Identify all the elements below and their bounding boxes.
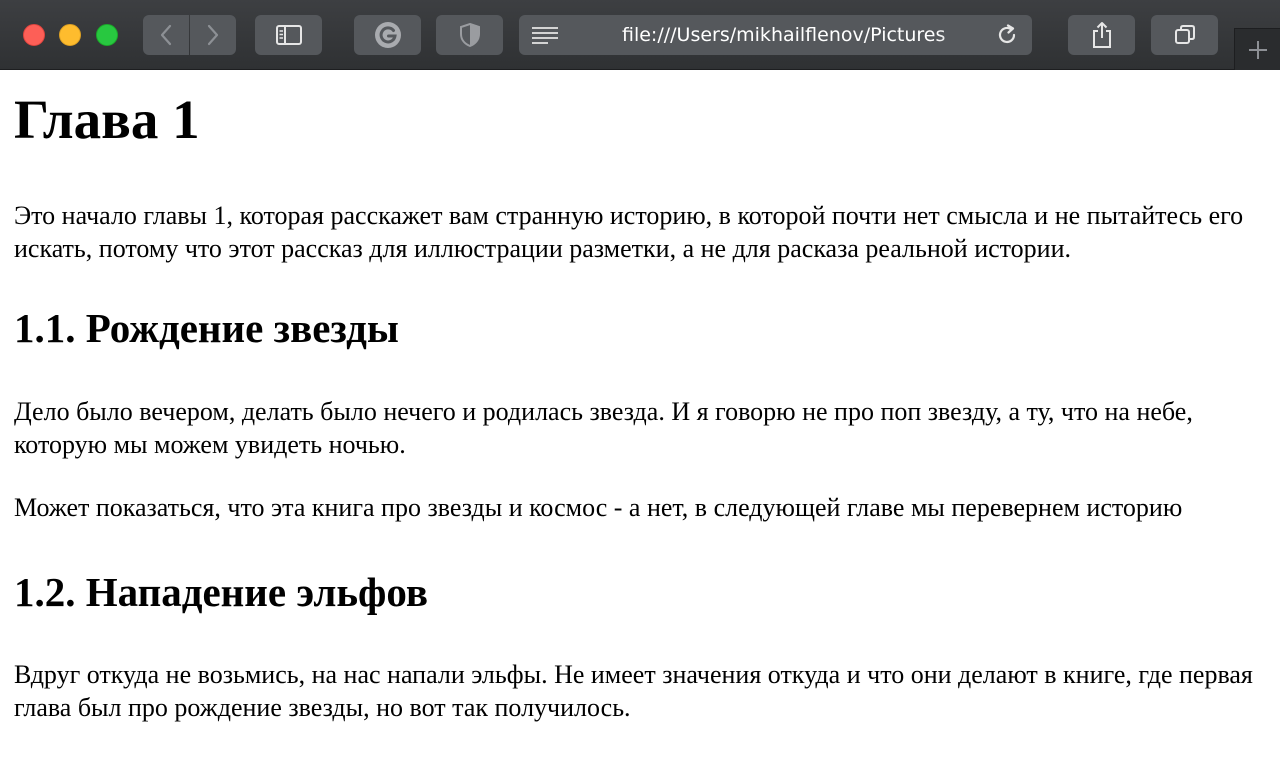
section-heading: 1.2. Нападение эльфов — [14, 569, 429, 615]
section-paragraph: Вдруг откуда не возьмись, на нас напали … — [14, 660, 1253, 722]
close-window-button[interactable] — [23, 24, 45, 46]
chevron-left-icon — [160, 24, 172, 46]
share-icon — [1092, 22, 1111, 48]
privacy-shield-button[interactable] — [436, 15, 503, 55]
sidebar-button[interactable] — [255, 15, 322, 55]
tabs-overview-icon — [1174, 25, 1195, 44]
chevron-right-icon — [207, 24, 219, 46]
page-content: Глава 1 Это начало главы 1, которая расс… — [0, 70, 1280, 768]
sidebar-icon — [275, 25, 302, 45]
back-button[interactable] — [143, 15, 189, 55]
maximize-window-button[interactable] — [96, 24, 118, 46]
url-text[interactable]: file:///Users/mikhailflenov/Pictures — [622, 24, 992, 46]
browser-window: file:///Users/mikhailflenov/Pictures Гла… — [0, 0, 1280, 768]
shield-icon — [459, 23, 480, 47]
navigation-buttons — [143, 15, 236, 55]
grammarly-icon — [374, 22, 401, 48]
section-paragraph: Может показаться, что эта книга про звез… — [14, 493, 1183, 522]
plus-icon — [1248, 40, 1267, 59]
section-paragraph: Дело было вечером, делать было нечего и … — [14, 397, 1193, 459]
new-tab-button[interactable] — [1234, 28, 1280, 70]
address-bar[interactable]: file:///Users/mikhailflenov/Pictures — [519, 15, 1032, 55]
section-heading: 1.1. Рождение звезды — [14, 305, 399, 351]
forward-button[interactable] — [190, 15, 236, 55]
reader-lines-icon — [532, 27, 558, 44]
intro-paragraph: Это начало главы 1, которая расскажет ва… — [14, 201, 1244, 263]
tab-overview-button[interactable] — [1151, 15, 1218, 55]
minimize-window-button[interactable] — [59, 24, 81, 46]
browser-toolbar: file:///Users/mikhailflenov/Pictures — [0, 0, 1280, 70]
grammarly-extension-button[interactable] — [354, 15, 421, 55]
page-title: Глава 1 — [14, 89, 200, 150]
reload-icon[interactable] — [996, 24, 1018, 46]
share-button[interactable] — [1068, 15, 1135, 55]
